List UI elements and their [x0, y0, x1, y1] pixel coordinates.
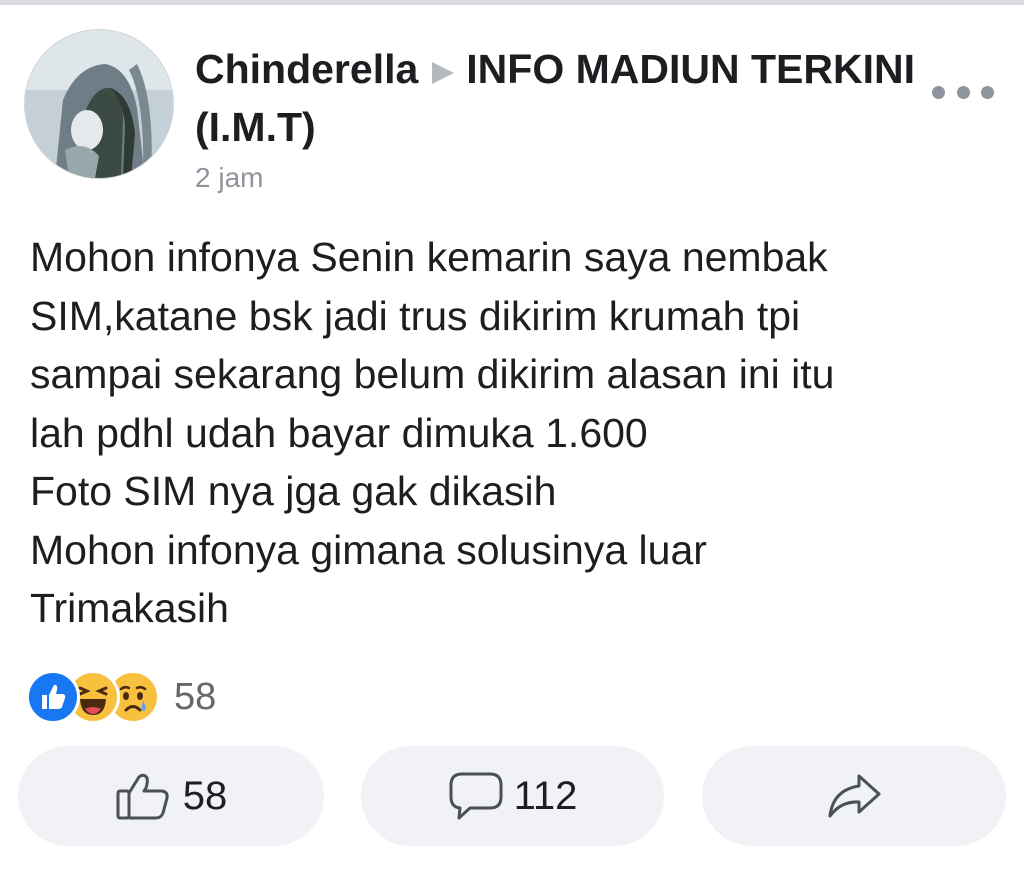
top-divider	[0, 0, 1024, 5]
share-button[interactable]	[702, 746, 1006, 846]
facebook-post: Chinderella INFO MADIUN TERKINI (I.M.T) 2…	[0, 0, 1024, 890]
more-dot-icon	[932, 85, 945, 99]
comment-count: 112	[513, 773, 578, 818]
post-header: Chinderella INFO MADIUN TERKINI (I.M.T) 2…	[195, 40, 915, 194]
post-text-line: SIM,katane bsk jadi trus dikirim krumah …	[30, 292, 801, 339]
like-reaction-icon	[26, 670, 80, 724]
post-text-line: sampai sekarang belum dikirim alasan ini…	[30, 351, 835, 397]
author-name[interactable]: Chinderella	[195, 46, 418, 92]
comment-button[interactable]: 112	[361, 746, 664, 846]
post-body: Mohon infonya Senin kemarin saya nembak …	[30, 228, 990, 638]
share-arrow-icon	[825, 772, 883, 820]
like-count: 58	[182, 773, 228, 818]
post-text-line: lah pdhl udah bayar dimuka 1.600	[30, 409, 648, 456]
more-options-button[interactable]	[932, 80, 994, 104]
post-text-line: Mohon infonya gimana solusinya luar	[30, 526, 707, 573]
post-text-line: Mohon infonya Senin kemarin saya nembak	[30, 234, 828, 280]
reactions-summary[interactable]: 58	[26, 670, 216, 724]
post-timestamp[interactable]: 2 jam	[195, 162, 915, 194]
post-text-line: Foto SIM nya jga gak dikasih	[30, 468, 557, 514]
more-dot-icon	[956, 85, 970, 99]
reaction-count: 58	[174, 675, 217, 718]
post-text-line: Trimakasih	[30, 585, 229, 631]
more-dot-icon	[981, 85, 994, 99]
author-avatar[interactable]	[24, 29, 174, 179]
thumbs-up-icon	[115, 771, 173, 821]
comment-bubble-icon	[448, 771, 504, 821]
posted-in-arrow-icon	[432, 62, 455, 84]
like-button[interactable]: 58	[18, 746, 324, 846]
author-line: Chinderella INFO MADIUN TERKINI (I.M.T)	[195, 40, 915, 156]
avatar-photo	[25, 30, 173, 178]
